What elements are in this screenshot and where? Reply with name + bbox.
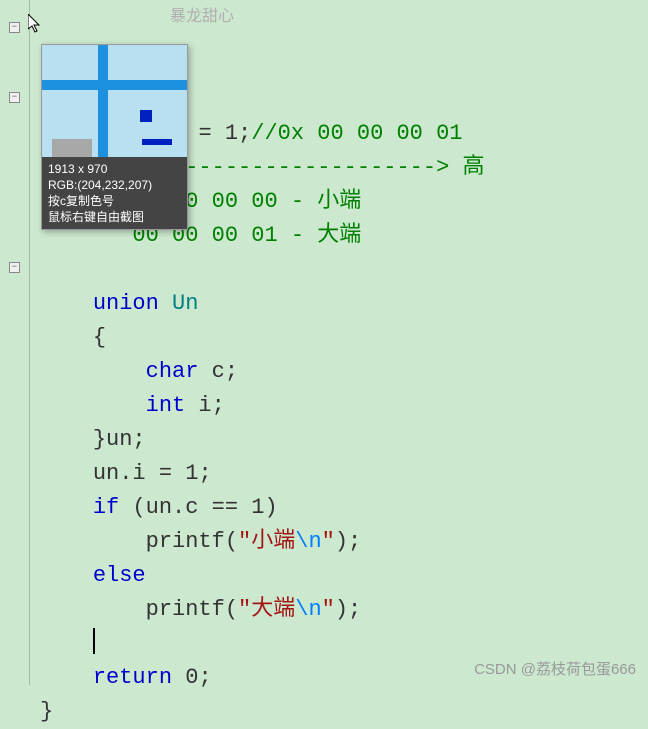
semicolon: ;: [238, 121, 251, 146]
tooltip-info-panel: 1913 x 970 RGB:(204,232,207) 按c复制色号 鼠标右键…: [42, 157, 187, 229]
watermark-bottom: CSDN @荔枝荷包蛋666: [474, 658, 636, 679]
string: "大端: [238, 597, 295, 622]
paren: );: [335, 597, 361, 622]
comment: -------------------> 高: [185, 155, 484, 180]
fold-toggle[interactable]: −: [9, 92, 20, 103]
number: 1: [185, 461, 198, 486]
function-call: printf(: [146, 597, 238, 622]
indent: [40, 461, 93, 486]
comment: //0x 00 00 00 01: [251, 121, 462, 146]
number: 1: [225, 121, 238, 146]
brace: }un;: [93, 427, 146, 452]
text-cursor: [93, 628, 95, 654]
keyword: if: [93, 495, 119, 520]
indent: [40, 393, 146, 418]
indent: [40, 325, 93, 350]
indent: [40, 427, 93, 452]
string: ": [322, 529, 335, 554]
indent: [40, 631, 93, 656]
magnifier-preview: [42, 45, 187, 157]
tooltip-hint-copy: 按c复制色号: [48, 193, 181, 209]
fold-gutter[interactable]: − − −: [0, 0, 30, 685]
indent: [40, 563, 93, 588]
keyword: char: [146, 359, 199, 384]
paren: ): [264, 495, 277, 520]
indent: [40, 529, 146, 554]
fold-toggle[interactable]: −: [9, 22, 20, 33]
string: "小端: [238, 529, 295, 554]
mouse-cursor-icon: [28, 14, 44, 41]
indent: [40, 597, 146, 622]
keyword: union: [93, 291, 159, 316]
indent: [40, 665, 93, 690]
operator: =: [198, 121, 224, 146]
condition: (un.c ==: [119, 495, 251, 520]
watermark-top: 暴龙甜心: [170, 2, 234, 26]
tooltip-hint-rightclick: 鼠标右键自由截图: [48, 209, 181, 225]
fold-toggle[interactable]: −: [9, 262, 20, 273]
color-picker-tooltip: 1913 x 970 RGB:(204,232,207) 按c复制色号 鼠标右键…: [41, 44, 188, 230]
indent: [40, 359, 146, 384]
string: ": [322, 597, 335, 622]
indent: [40, 291, 93, 316]
escape-char: \n: [295, 597, 321, 622]
keyword: else: [93, 563, 146, 588]
indent: [40, 495, 93, 520]
keyword: return: [93, 665, 172, 690]
variable: i;: [185, 393, 225, 418]
function-call: printf(: [146, 529, 238, 554]
brace: }: [40, 699, 53, 724]
tooltip-rgb: RGB:(204,232,207): [48, 177, 181, 193]
space: [172, 665, 185, 690]
variable: c;: [198, 359, 238, 384]
keyword: int: [146, 393, 186, 418]
brace: {: [93, 325, 106, 350]
expression: un.i =: [93, 461, 185, 486]
escape-char: \n: [295, 529, 321, 554]
paren: );: [335, 529, 361, 554]
number: 1: [251, 495, 264, 520]
type-name: Un: [159, 291, 199, 316]
number: 0: [185, 665, 198, 690]
tooltip-dimensions: 1913 x 970: [48, 161, 181, 177]
semicolon: ;: [198, 461, 211, 486]
semicolon: ;: [198, 665, 211, 690]
